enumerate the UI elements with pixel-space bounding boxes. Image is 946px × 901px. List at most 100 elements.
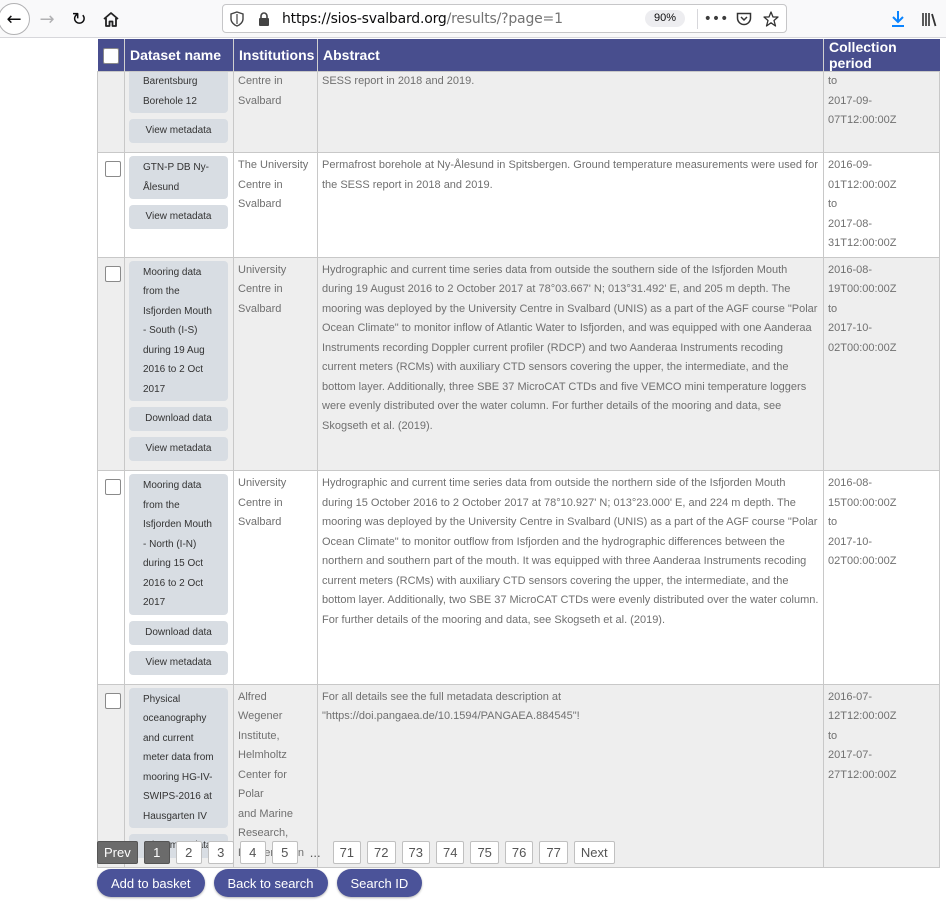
bookmark-star-icon[interactable] bbox=[760, 8, 782, 30]
collection-period-cell: 2016-07-12T12:00:00Z to 2017-07-27T12:00:0… bbox=[823, 683, 940, 868]
collection-period-cell: 2016-09-01T12:00:00Z to 2017-08-31T12:00:0… bbox=[823, 152, 940, 258]
period-line: 2016-08-19T00:00:00Z bbox=[828, 263, 897, 296]
pagination: Prev 1 2 3 4 5... 71 72 73 74 75 76 77 Next bbox=[97, 841, 615, 864]
row-checkbox[interactable] bbox=[105, 161, 121, 177]
table-row: Mooring data from the Isfjorden Mouth - Nor… bbox=[97, 470, 940, 685]
select-all-cell bbox=[97, 39, 125, 72]
institution-cell: University Centre in Svalbard bbox=[233, 256, 318, 471]
dataset-title-line: Borehole 12 bbox=[143, 95, 197, 107]
dataset-name-cell: Physical oceanography and current meter dat… bbox=[124, 683, 234, 868]
dataset-title-line: 2017 bbox=[143, 597, 166, 608]
dataset-title-line: - South (I-S) bbox=[143, 325, 198, 336]
select-all-checkbox[interactable] bbox=[102, 47, 119, 64]
abstract-cell: Hydrographic and current time series dat… bbox=[317, 470, 824, 685]
dataset-title-line: from the bbox=[143, 499, 180, 511]
dataset-title-line: 2016 to 2 Oct bbox=[143, 577, 204, 589]
header-institutions[interactable]: Institutions bbox=[233, 39, 318, 72]
period-line: 2017-10-02T00:00:00Z bbox=[828, 322, 897, 354]
institution-cell: The University Centre in Svalbard bbox=[233, 152, 318, 258]
dataset-title: Physical oceanography and current meter dat… bbox=[129, 687, 228, 828]
table-row: Physical oceanography and current meter dat… bbox=[97, 683, 940, 868]
period-line: 2016-07-12T12:00:00Z bbox=[828, 690, 897, 723]
dataset-title-line: and current bbox=[143, 732, 194, 744]
page-link[interactable]: 2 bbox=[175, 841, 202, 864]
view-metadata-button[interactable]: View metadata bbox=[129, 205, 228, 229]
download-data-button[interactable]: Download data bbox=[129, 620, 228, 645]
dataset-title-line: Isfjorden Mouth bbox=[143, 519, 212, 530]
collection-period-cell: 2016-08-15T00:00:00Z to 2017-10-02T00:00:0… bbox=[823, 470, 940, 685]
action-buttons: Add to basket Back to search Search ID bbox=[97, 869, 423, 897]
reload-icon[interactable]: ↻ bbox=[63, 3, 95, 35]
lock-icon[interactable] bbox=[253, 8, 275, 30]
institution-line: and Marine bbox=[238, 807, 294, 820]
view-metadata-button[interactable]: View metadata bbox=[129, 650, 228, 675]
url-text[interactable]: https://sios-svalbard.org/results/?page=… bbox=[282, 11, 563, 27]
page-link[interactable]: 74 bbox=[435, 841, 465, 864]
institution-line: Centre in bbox=[238, 75, 283, 87]
abstract-cell: For all details see the full metadata de… bbox=[317, 683, 824, 868]
row-checkbox[interactable] bbox=[105, 265, 121, 282]
collection-period-cell: 2016-08-19T00:00:00Z to 2017-10-02T00:00:0… bbox=[823, 256, 940, 471]
dataset-title-line: 2017 bbox=[143, 383, 166, 395]
add-to-basket-button[interactable]: Add to basket bbox=[97, 869, 205, 897]
shield-icon[interactable] bbox=[226, 8, 248, 30]
page-link[interactable]: 3 bbox=[207, 841, 234, 864]
dataset-title: Barentsburg Borehole 12 bbox=[129, 72, 228, 113]
abstract-cell: SESS report in 2018 and 2019. bbox=[317, 71, 824, 153]
zoom-level-badge[interactable]: 90% bbox=[645, 10, 685, 27]
back-to-search-button[interactable]: Back to search bbox=[213, 869, 328, 897]
institution-cell: Alfred Wegener Institute, Helmholtz Center … bbox=[233, 683, 318, 868]
next-page-button[interactable]: Next bbox=[573, 841, 615, 864]
page-link[interactable]: 72 bbox=[367, 841, 396, 864]
institution-line: Alfred Wegener bbox=[238, 690, 283, 723]
dataset-title: Mooring data from the Isfjorden Mouth - Nor… bbox=[129, 474, 228, 615]
abstract-cell: Hydrographic and current time series dat… bbox=[317, 256, 824, 471]
institution-line: Centre in bbox=[238, 496, 283, 509]
browser-toolbar: ← → ↻ https://sios-svalbard.org/results/… bbox=[0, 0, 946, 38]
current-page[interactable]: 1 bbox=[143, 841, 170, 864]
collection-period-cell: to 2017-09-07T12:00:00Z bbox=[823, 71, 940, 153]
row-select-cell bbox=[97, 256, 125, 471]
institution-cell: University Centre in Svalbard bbox=[233, 470, 318, 685]
view-metadata-button[interactable]: View metadata bbox=[129, 119, 228, 143]
header-abstract[interactable]: Abstract bbox=[317, 39, 824, 72]
download-icon[interactable] bbox=[882, 3, 914, 35]
page-link[interactable]: 5 bbox=[271, 841, 298, 864]
download-data-button[interactable]: Download data bbox=[129, 407, 228, 431]
pocket-icon[interactable] bbox=[733, 8, 755, 30]
dataset-title-line: SWIPS-2016 at bbox=[143, 791, 212, 802]
period-line: 2016-09-01T12:00:00Z bbox=[828, 159, 897, 191]
forward-arrow-icon[interactable]: → bbox=[31, 3, 63, 35]
more-actions-icon[interactable]: ••• bbox=[704, 8, 729, 30]
back-arrow-icon[interactable]: ← bbox=[0, 3, 30, 35]
page-link[interactable]: 71 bbox=[332, 841, 362, 864]
dataset-title-line: Ålesund bbox=[143, 181, 180, 193]
row-select-cell bbox=[97, 470, 125, 685]
dataset-name-cell: GTN-P DB Ny- Ålesund View metadata bbox=[124, 152, 234, 258]
url-bar[interactable]: https://sios-svalbard.org/results/?page=… bbox=[222, 4, 787, 33]
page-link[interactable]: 73 bbox=[401, 841, 430, 864]
home-icon[interactable] bbox=[95, 3, 127, 35]
page-link[interactable]: 4 bbox=[239, 841, 266, 864]
institution-cell: Centre in Svalbard bbox=[233, 71, 318, 153]
dataset-name-cell: Mooring data from the Isfjorden Mouth - Nor… bbox=[124, 470, 234, 685]
institution-line: Institute, bbox=[238, 729, 280, 742]
dataset-title-line: Mooring data bbox=[143, 266, 202, 278]
library-icon[interactable] bbox=[914, 3, 946, 35]
page-link[interactable]: 75 bbox=[470, 841, 499, 864]
row-checkbox[interactable] bbox=[105, 692, 121, 709]
table-row: Mooring data from the Isfjorden Mouth - Sou… bbox=[97, 256, 940, 471]
prev-page-button[interactable]: Prev bbox=[97, 841, 138, 864]
search-id-button[interactable]: Search ID bbox=[336, 869, 423, 897]
header-collection-period[interactable]: Collection period bbox=[823, 39, 940, 72]
period-line: 2017-09-07T12:00:00Z bbox=[828, 94, 897, 127]
institution-line: Centre in bbox=[238, 283, 283, 295]
page-link[interactable]: 77 bbox=[539, 841, 568, 864]
header-dataset-name[interactable]: Dataset name bbox=[124, 39, 234, 72]
page-link[interactable]: 76 bbox=[504, 841, 534, 864]
institution-line: Svalbard bbox=[238, 94, 282, 107]
pagination-ellipsis: ... bbox=[309, 845, 321, 860]
view-metadata-button[interactable]: View metadata bbox=[129, 437, 228, 461]
row-checkbox[interactable] bbox=[105, 479, 121, 495]
page-content: Dataset name Institutions Abstract Colle… bbox=[0, 39, 946, 901]
